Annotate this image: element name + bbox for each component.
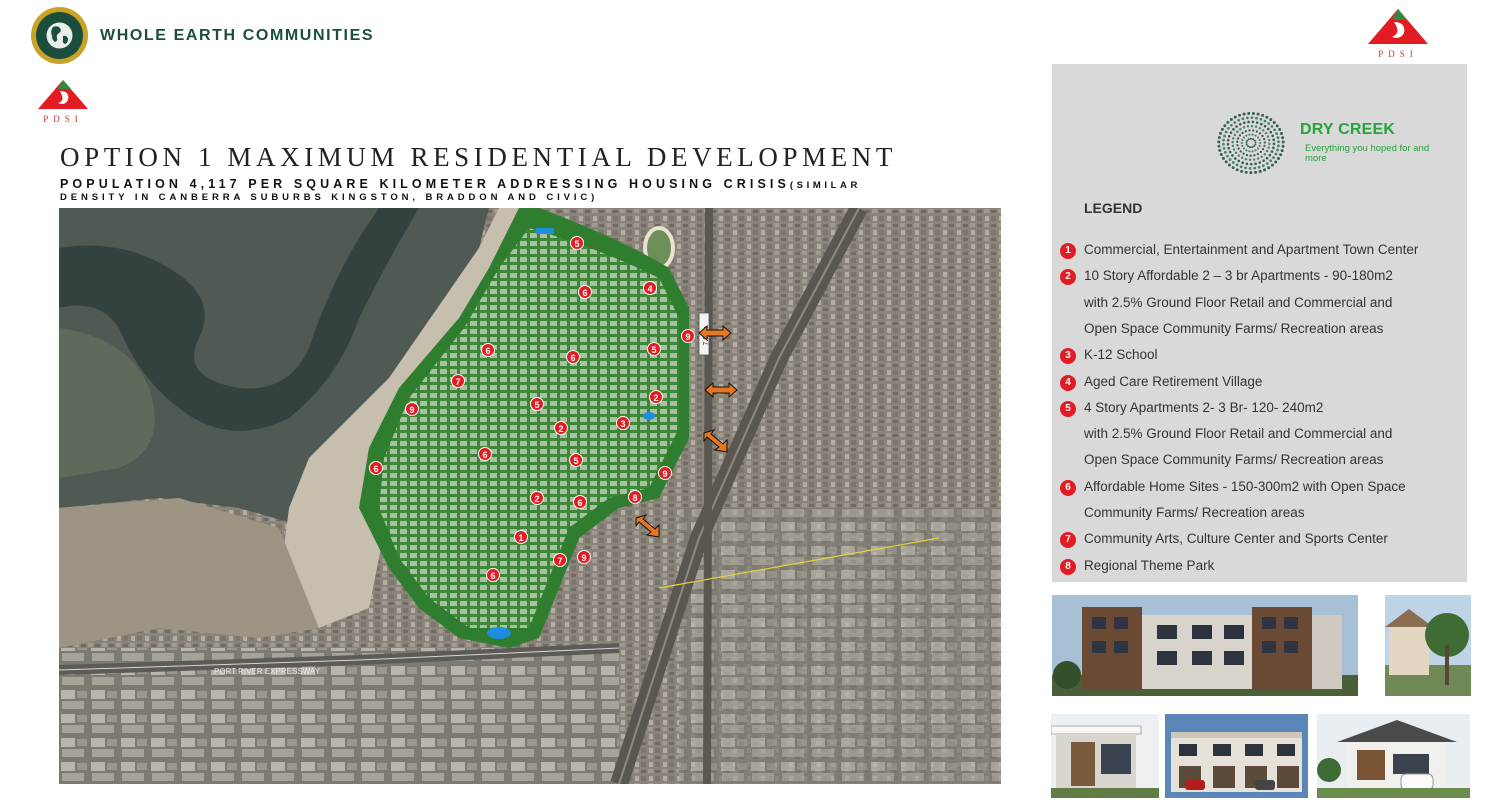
legend-item-text: Community Arts, Culture Center and Sport… bbox=[1084, 531, 1388, 547]
map-marker: 5 bbox=[569, 453, 583, 467]
legend-item-text: Aged Care Retirement Village bbox=[1084, 373, 1263, 389]
map-marker: 8 bbox=[628, 490, 642, 504]
legend-item-text: Open Space Community Farms/ Recreation a… bbox=[1084, 320, 1384, 336]
legend-item-text: Community Farms/ Recreation areas bbox=[1084, 505, 1305, 520]
map-marker: 6 bbox=[578, 285, 592, 299]
legend-item-text: with 2.5% Ground Floor Retail and Commer… bbox=[1084, 426, 1393, 442]
whole-earth-logo bbox=[31, 7, 88, 64]
pdsi-mark-icon bbox=[38, 80, 88, 109]
apartment-building-photo bbox=[1052, 595, 1358, 696]
pdsi-text: PDSI bbox=[1378, 49, 1418, 59]
legend-item-text: 10 Story Affordable 2 – 3 br Apartments … bbox=[1084, 268, 1393, 284]
company-name: WHOLE EARTH COMMUNITIES bbox=[100, 27, 375, 44]
legend-item-text: Open Space Community Farms/ Recreation a… bbox=[1084, 452, 1384, 468]
subtitle-paren: (SIMILAR bbox=[789, 180, 861, 191]
legend-number-badge: 8 bbox=[1060, 558, 1076, 575]
page-subtitle-line2: DENSITY IN CANBERRA SUBURBS KINGSTON, BR… bbox=[60, 192, 599, 203]
legend-item-text: K-12 School bbox=[1084, 347, 1158, 363]
map-marker: 9 bbox=[577, 550, 591, 564]
map-marker: 4 bbox=[643, 281, 657, 295]
globe-icon bbox=[46, 22, 73, 49]
map-marker: 6 bbox=[369, 461, 383, 475]
terrace-houses-photo bbox=[1165, 714, 1308, 798]
map-marker: 2 bbox=[554, 421, 568, 435]
brand-tagline: Everything you hoped for and more bbox=[1305, 143, 1430, 164]
subtitle-main: POPULATION 4,117 PER SQUARE KILOMETER AD… bbox=[60, 177, 790, 191]
map-marker: 9 bbox=[405, 402, 419, 416]
legend-item-text: Affordable Home Sites - 150-300m2 with O… bbox=[1084, 478, 1406, 494]
page-subtitle: POPULATION 4,117 PER SQUARE KILOMETER AD… bbox=[60, 177, 1005, 193]
dry-creek-logo bbox=[1215, 110, 1287, 176]
expressway-label: PORT RIVER EXPRESSWAY bbox=[214, 667, 321, 676]
map-marker: 6 bbox=[486, 568, 500, 582]
pdsi-logo-top-right: PDSI bbox=[1366, 8, 1430, 59]
map-marker: 6 bbox=[573, 495, 587, 509]
map-marker: 9 bbox=[658, 466, 672, 480]
map-marker: 7 bbox=[451, 374, 465, 388]
legend-number-badge: 6 bbox=[1060, 479, 1076, 496]
single-house-photo bbox=[1317, 714, 1470, 798]
legend-item-text: 4 Story Apartments 2- 3 Br- 120- 240m2 bbox=[1084, 399, 1324, 415]
modern-house-photo bbox=[1051, 714, 1159, 798]
map-marker: 5 bbox=[530, 397, 544, 411]
legend-item-text: Regional Theme Park bbox=[1084, 557, 1215, 573]
map-marker: 7 bbox=[553, 553, 567, 567]
legend-title: LEGEND bbox=[1084, 200, 1143, 216]
map-marker: 2 bbox=[530, 491, 544, 505]
page-title: OPTION 1 MAXIMUM RESIDENTIAL DEVELOPMENT bbox=[60, 142, 897, 172]
pdsi-text: PDSI bbox=[43, 114, 83, 124]
pdsi-mark-icon bbox=[1368, 9, 1428, 44]
site-plan-map: 7.8km PORT RIVER EXPRESSWAY 564966579523… bbox=[59, 208, 1001, 784]
map-marker: 5 bbox=[647, 342, 661, 356]
legend-number-badge: 5 bbox=[1060, 400, 1076, 417]
dry-creek-emblem-icon bbox=[1217, 111, 1285, 175]
townhouse-photo-partial bbox=[1385, 595, 1471, 696]
map-marker: 2 bbox=[649, 390, 663, 404]
map-marker: 6 bbox=[478, 447, 492, 461]
legend-item-text: Commercial, Entertainment and Apartment … bbox=[1084, 242, 1419, 257]
legend-item-text: with 2.5% Ground Floor Retail and Commer… bbox=[1084, 294, 1393, 310]
map-marker: 9 bbox=[681, 329, 695, 343]
map-marker: 1 bbox=[514, 530, 528, 544]
map-marker: 5 bbox=[570, 236, 584, 250]
map-marker: 3 bbox=[616, 416, 630, 430]
map-marker: 6 bbox=[481, 343, 495, 357]
legend-number-badge: 1 bbox=[1060, 243, 1076, 259]
brand-name: DRY CREEK bbox=[1300, 121, 1396, 138]
map-marker: 6 bbox=[566, 350, 580, 364]
legend-number-badge: 4 bbox=[1060, 374, 1076, 391]
pdsi-logo: PDSI bbox=[36, 79, 90, 124]
